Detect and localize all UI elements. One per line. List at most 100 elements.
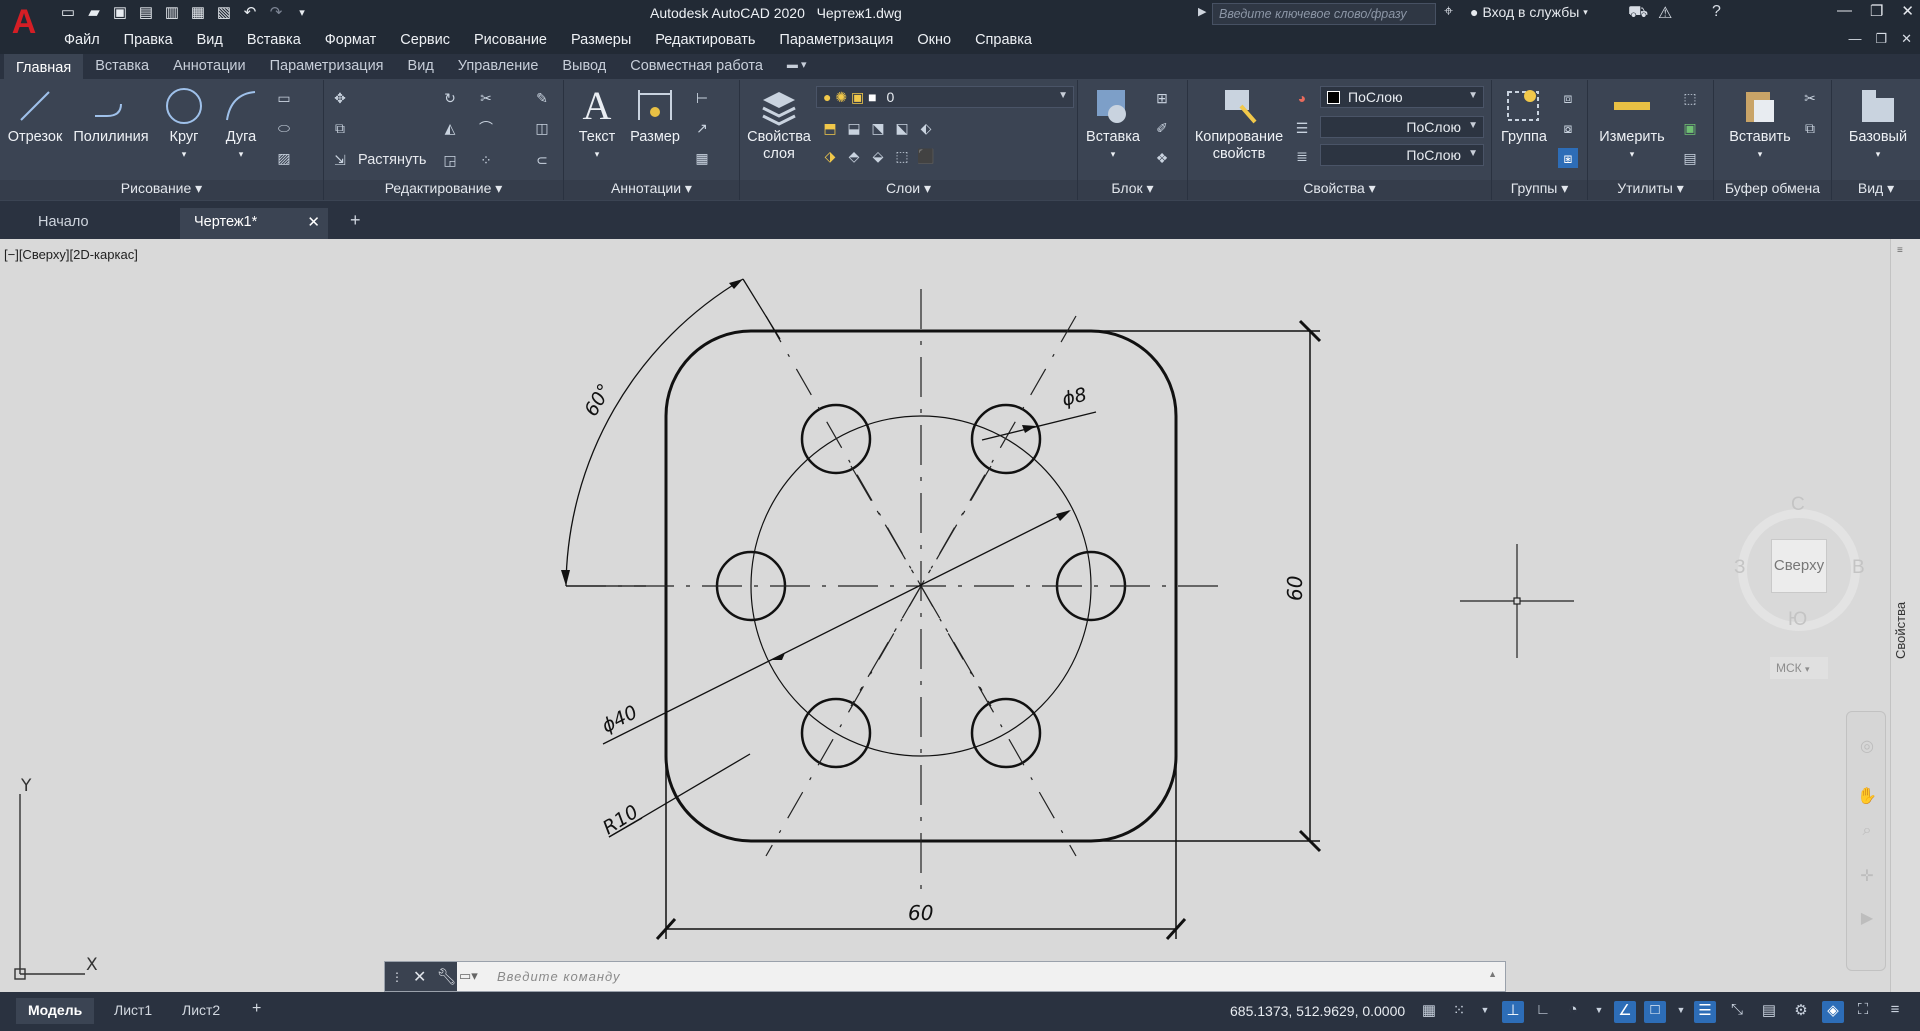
explode-icon[interactable]: ◫ — [532, 118, 552, 138]
chevron-down-icon[interactable]: ▼ — [1670, 1005, 1692, 1027]
lineweight-toggle-icon[interactable]: ☰ — [1694, 1001, 1716, 1023]
trim-icon[interactable]: ✂ — [476, 88, 496, 108]
rectangle-icon[interactable]: ▭ — [274, 88, 294, 108]
isolate-objects-icon[interactable]: ◈ — [1822, 1001, 1844, 1023]
stretch-label[interactable]: Растянуть — [358, 152, 426, 168]
doc-minimize-icon[interactable]: — — [1848, 31, 1861, 47]
chevron-down-icon[interactable]: ▼ — [1588, 1005, 1610, 1027]
help-search-input[interactable]: Введите ключевое слово/фразу — [1212, 3, 1436, 25]
object-snap-icon[interactable]: □ — [1644, 1001, 1666, 1023]
print-icon[interactable]: ▧ — [214, 2, 234, 22]
panel-utilities-title[interactable]: Утилиты ▾ — [1588, 180, 1713, 200]
menu-window[interactable]: Окно — [917, 28, 951, 54]
binoculars-icon[interactable]: ⌖ — [1444, 3, 1453, 21]
annotation-scale-icon[interactable]: ⤡ — [1726, 1001, 1748, 1023]
viewcube-south[interactable]: Ю — [1788, 609, 1807, 631]
restore-icon[interactable]: ❐ — [1870, 2, 1883, 20]
plot-preview-icon[interactable]: ▦ — [188, 2, 208, 22]
layer-tool-7-icon[interactable]: ⬘ — [844, 146, 864, 166]
layer-tool-2-icon[interactable]: ⬓ — [844, 118, 864, 138]
line-button[interactable]: Отрезок — [4, 86, 66, 146]
layer-tool-3-icon[interactable]: ⬔ — [868, 118, 888, 138]
close-icon[interactable]: ✕ — [1901, 2, 1914, 20]
erase-icon[interactable]: ✎ — [532, 88, 552, 108]
ucs-menu-button[interactable]: МСК ▾ — [1770, 657, 1828, 679]
orbit-icon[interactable]: ✛ — [1857, 866, 1877, 886]
offset-icon[interactable]: ⊂ — [532, 150, 552, 170]
panel-block-title[interactable]: Блок ▾ — [1078, 180, 1187, 200]
save-icon[interactable]: ▣ — [110, 2, 130, 22]
insert-block-button[interactable]: Вставка ▾ — [1082, 86, 1144, 163]
customize-qat-icon[interactable]: ▾ — [292, 2, 312, 22]
mirror-icon[interactable]: ◭ — [440, 118, 460, 138]
menu-tools[interactable]: Сервис — [400, 28, 450, 54]
doc-close-icon[interactable]: ✕ — [1901, 31, 1912, 47]
calculator-icon[interactable]: ▤ — [1680, 148, 1700, 168]
panel-annotation-title[interactable]: Аннотации ▾ — [564, 180, 739, 200]
menu-insert[interactable]: Вставка — [247, 28, 301, 54]
chevron-down-icon[interactable]: ▼ — [1474, 1005, 1496, 1027]
create-block-icon[interactable]: ⊞ — [1152, 88, 1172, 108]
chevron-up-icon[interactable]: ▲ — [1488, 969, 1497, 979]
ribbon-options-icon[interactable]: ▬ ▾ — [775, 54, 819, 80]
ellipse-icon[interactable]: ⬭ — [274, 118, 294, 138]
menu-modify[interactable]: Редактировать — [655, 28, 755, 54]
layer-dropdown[interactable]: ● ✺ ▣ ■ 0 ▼ — [816, 86, 1074, 108]
panel-draw-title[interactable]: Рисование ▾ — [0, 180, 323, 200]
layer-tool-8-icon[interactable]: ⬙ — [868, 146, 888, 166]
menu-dimension[interactable]: Размеры — [571, 28, 631, 54]
panel-groups-title[interactable]: Группы ▾ — [1492, 180, 1587, 200]
viewcube-west[interactable]: З — [1734, 557, 1745, 579]
panel-layers-title[interactable]: Слои ▾ — [740, 180, 1077, 200]
tab-insert[interactable]: Вставка — [83, 54, 161, 80]
polar-icon[interactable]: ◔ — [1562, 1001, 1584, 1023]
leader-icon[interactable]: ↗ — [692, 118, 712, 138]
linetype-icon[interactable]: ☰ — [1292, 118, 1312, 138]
workspace-icon[interactable]: ▤ — [1758, 1001, 1780, 1023]
layer-tool-10-icon[interactable]: ⬛ — [916, 146, 936, 166]
group-button[interactable]: Группа — [1496, 86, 1552, 146]
edit-block-icon[interactable]: ✐ — [1152, 118, 1172, 138]
doc-restore-icon[interactable]: ❐ — [1875, 31, 1887, 47]
drawing-canvas[interactable]: [−][Сверху][2D-каркас] 60 60 ϕ8 ϕ40 R10 … — [0, 239, 1890, 992]
close-tab-icon[interactable]: ✕ — [307, 213, 320, 231]
copy-icon[interactable]: ⧉ — [330, 118, 350, 138]
tab-annotate[interactable]: Аннотации — [161, 54, 257, 80]
panel-properties-title[interactable]: Свойства ▾ — [1188, 180, 1491, 200]
menu-format[interactable]: Формат — [325, 28, 377, 54]
layer-tool-9-icon[interactable]: ⬚ — [892, 146, 912, 166]
menu-view[interactable]: Вид — [197, 28, 223, 54]
layout-tab-sheet2[interactable]: Лист2 — [170, 998, 232, 1024]
viewcube-east[interactable]: В — [1852, 557, 1865, 579]
help-icon[interactable]: ? — [1712, 3, 1721, 21]
annotation-monitor-icon[interactable]: ⚙ — [1790, 1001, 1812, 1023]
coordinates-display[interactable]: 685.1373, 512.9629, 0.0000 — [1230, 1003, 1405, 1019]
layout-tab-sheet1[interactable]: Лист1 — [102, 998, 164, 1024]
tab-view[interactable]: Вид — [396, 54, 446, 80]
array-icon[interactable]: ⁘ — [476, 150, 496, 170]
text-button[interactable]: A Текст ▾ — [574, 86, 620, 163]
file-tab-start[interactable]: Начало — [0, 208, 180, 239]
tab-output[interactable]: Вывод — [550, 54, 618, 80]
undo-icon[interactable]: ↶ — [240, 2, 260, 22]
hatch-icon[interactable]: ▨ — [274, 148, 294, 168]
circle-button[interactable]: Круг ▾ — [158, 86, 210, 163]
layer-tool-4-icon[interactable]: ⬕ — [892, 118, 912, 138]
measure-button[interactable]: Измерить ▾ — [1594, 86, 1670, 163]
tab-home[interactable]: Главная — [4, 54, 84, 80]
move-icon[interactable]: ✥ — [330, 88, 350, 108]
command-history-icon[interactable]: ▭▾ — [459, 968, 478, 984]
customize-menu-icon[interactable]: ≡ — [1884, 1001, 1906, 1023]
group-select-icon[interactable]: ⧆ — [1558, 148, 1578, 168]
infer-constraints-icon[interactable]: ⊥ — [1502, 1001, 1524, 1023]
grip-icon[interactable]: ⋮ — [391, 970, 403, 984]
copy-clip-icon[interactable]: ⧉ — [1800, 118, 1820, 138]
paste-button[interactable]: Вставить ▾ — [1728, 86, 1792, 163]
properties-palette-tab[interactable]: Свойства — [1893, 579, 1917, 659]
menu-edit[interactable]: Правка — [124, 28, 173, 54]
minimize-icon[interactable]: — — [1837, 2, 1852, 20]
viewcube-north[interactable]: С — [1791, 494, 1805, 516]
lineweight-icon[interactable]: ≣ — [1292, 146, 1312, 166]
menu-help[interactable]: Справка — [975, 28, 1032, 54]
ungroup-icon[interactable]: ⧈ — [1558, 88, 1578, 108]
